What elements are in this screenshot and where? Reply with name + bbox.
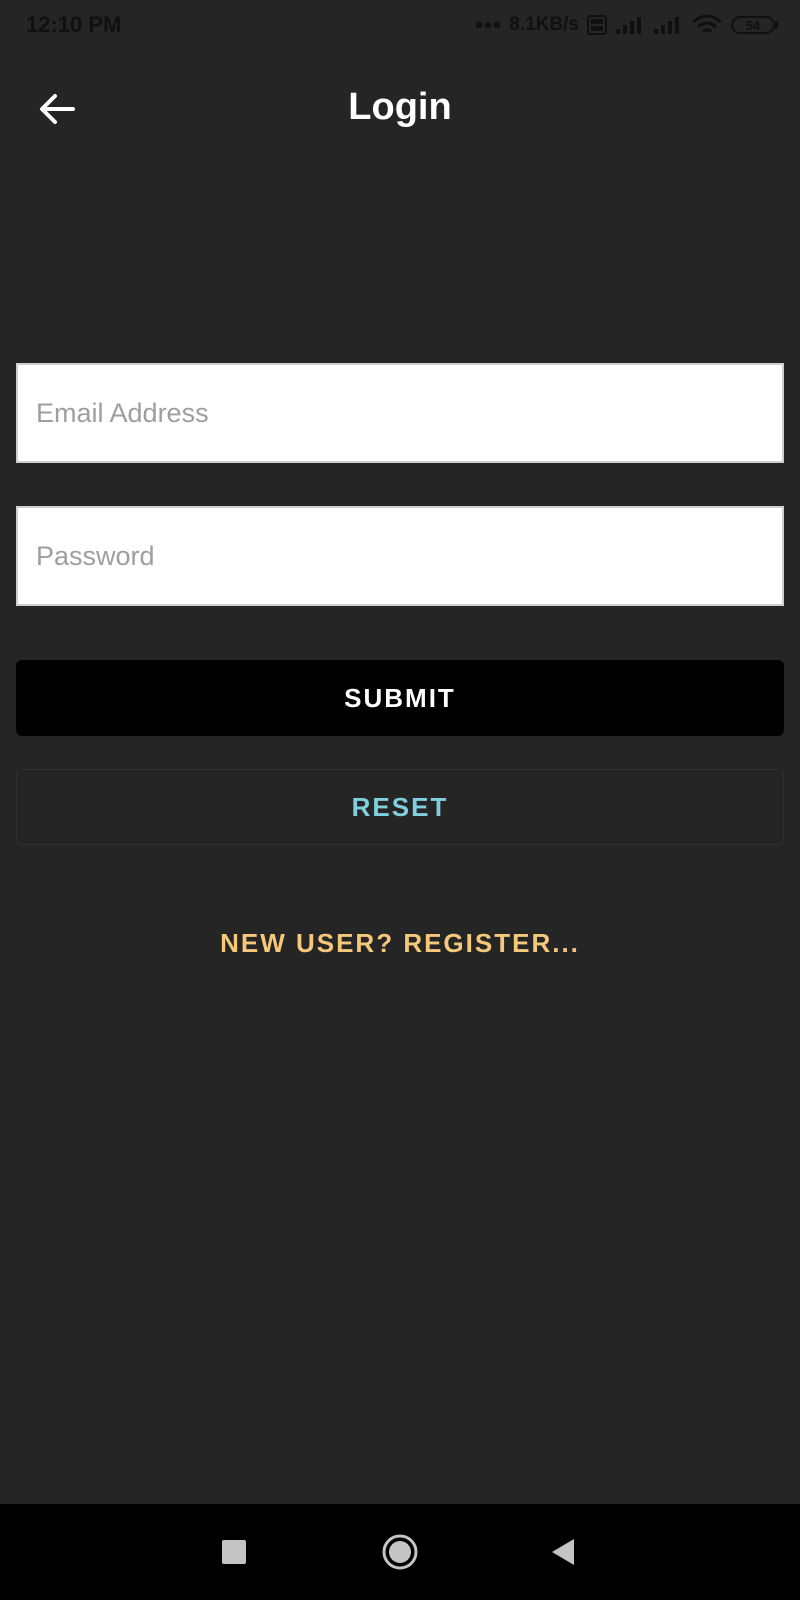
recents-button[interactable] — [208, 1526, 260, 1578]
page-title: Login — [348, 86, 452, 128]
battery-tip — [775, 21, 778, 29]
square-icon — [222, 1540, 246, 1564]
status-bar: 12:10 PM 8.1KB/s 54 — [0, 0, 800, 50]
triangle-back-icon — [552, 1539, 574, 1565]
system-nav-bar — [0, 1504, 800, 1600]
password-field[interactable] — [16, 506, 784, 606]
app-bar: Login — [0, 60, 800, 156]
signal-icon — [616, 17, 641, 34]
email-input[interactable] — [34, 396, 766, 430]
network-speed: 8.1KB/s — [509, 14, 579, 35]
system-back-button[interactable] — [537, 1526, 589, 1578]
password-input[interactable] — [34, 539, 766, 573]
submit-button[interactable]: SUBMIT — [16, 660, 784, 736]
status-icons: 8.1KB/s 54 — [475, 14, 778, 36]
circle-icon — [382, 1534, 418, 1570]
battery-level: 54 — [731, 16, 775, 34]
more-dots-icon — [476, 21, 501, 29]
reset-button[interactable]: RESET — [16, 769, 784, 845]
home-button[interactable] — [374, 1526, 426, 1578]
signal-icon-2 — [654, 17, 679, 34]
status-time: 12:10 PM — [26, 12, 122, 37]
battery-icon: 54 — [731, 16, 778, 34]
register-link[interactable]: NEW USER? REGISTER... — [0, 928, 800, 959]
volte-icon — [587, 15, 607, 35]
wifi-icon — [692, 14, 722, 34]
email-field[interactable] — [16, 363, 784, 463]
